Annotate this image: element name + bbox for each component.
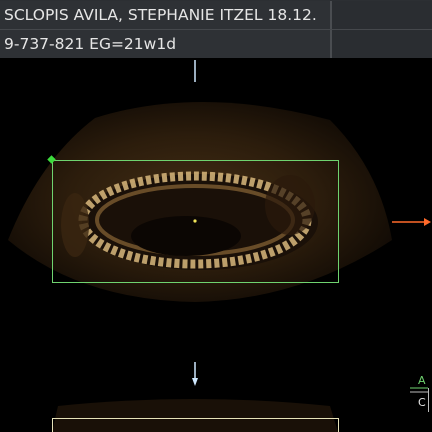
direction-arrow-icon — [392, 218, 431, 226]
patient-name-field: SCLOPIS AVILA, STEPHANIE ITZEL 18.12. — [0, 1, 332, 29]
ultrasound-view: A C — [8, 60, 431, 432]
patient-header: SCLOPIS AVILA, STEPHANIE ITZEL 18.12. 9-… — [0, 0, 432, 58]
patient-id-field: 9-737-821 EG=21w1d — [0, 30, 332, 58]
side-label-c: C — [418, 396, 426, 409]
center-marker — [193, 219, 197, 223]
lower-scan-marker — [192, 362, 198, 386]
lower-scan-sector — [52, 399, 338, 432]
side-label-a: A — [418, 374, 426, 387]
header-side-panel-2 — [332, 30, 432, 58]
header-side-panel — [332, 1, 432, 29]
